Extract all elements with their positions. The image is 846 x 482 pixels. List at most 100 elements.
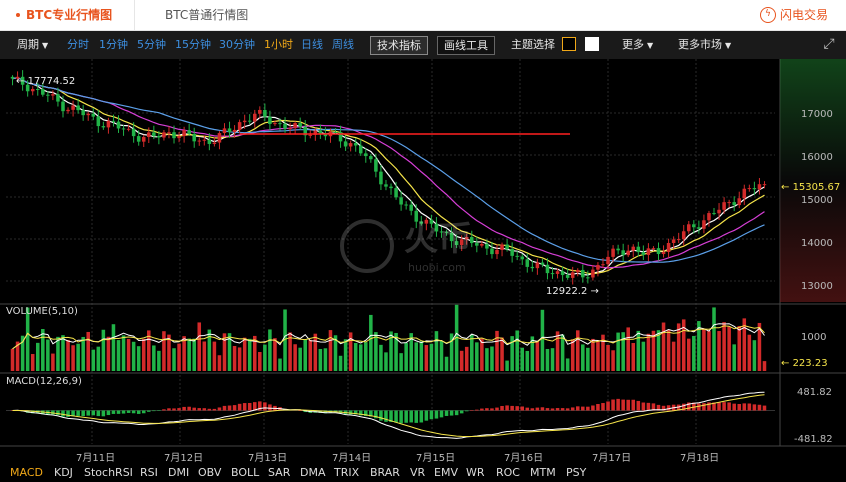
volume-bar xyxy=(419,341,424,371)
volume-bar xyxy=(439,341,444,371)
candle-body xyxy=(116,121,121,129)
volume-bar xyxy=(434,331,439,371)
volume-last-tag: ← 223.23 xyxy=(781,358,828,369)
volume-bar xyxy=(737,325,742,371)
ind-3[interactable]: RSI xyxy=(140,466,158,479)
ind-5[interactable]: OBV xyxy=(198,466,221,479)
candle-body xyxy=(258,109,262,114)
candle-body xyxy=(157,136,161,138)
candle-body xyxy=(242,120,247,123)
volume-bar xyxy=(596,340,600,371)
tf-5[interactable]: 1小时 xyxy=(264,31,293,59)
ind-12[interactable]: EMV xyxy=(434,466,458,479)
volume-bar xyxy=(641,341,646,371)
macd-bar xyxy=(429,410,434,420)
macd-bar xyxy=(525,407,530,411)
macd-bar xyxy=(379,410,383,421)
tf-2[interactable]: 5分钟 xyxy=(137,31,166,59)
ind-0[interactable]: MACD xyxy=(10,466,43,479)
ind-13[interactable]: WR xyxy=(466,466,485,479)
ind-4[interactable]: DMI xyxy=(168,466,189,479)
volume-bar xyxy=(106,336,111,371)
macd-bar xyxy=(141,410,146,414)
theme-dark-swatch[interactable] xyxy=(562,37,576,51)
candle-body xyxy=(591,269,595,278)
volume-bar xyxy=(318,348,323,371)
min-price-label: 12922.2 → xyxy=(546,286,599,297)
volume-bar xyxy=(323,348,328,371)
tf-4[interactable]: 30分钟 xyxy=(219,31,255,59)
ind-2[interactable]: StochRSI xyxy=(84,466,133,479)
candle-body xyxy=(247,120,252,122)
candle-body xyxy=(61,101,65,112)
ind-9[interactable]: TRIX xyxy=(334,466,359,479)
volume-bar xyxy=(278,358,282,371)
volume-bar xyxy=(263,344,267,371)
fullscreen-icon[interactable]: ⤢ xyxy=(820,35,838,53)
candle-body xyxy=(167,132,171,134)
more-dropdown[interactable]: 更多 ▼ xyxy=(622,31,653,59)
macd-bar xyxy=(495,407,499,411)
candle-body xyxy=(56,94,60,102)
ind-11[interactable]: VR xyxy=(410,466,425,479)
more-market-dropdown[interactable]: 更多市场 ▼ xyxy=(678,31,731,59)
volume-bar xyxy=(661,322,666,371)
ind-14[interactable]: ROC xyxy=(496,466,520,479)
volume-bar xyxy=(268,329,272,371)
candle-body xyxy=(762,184,767,186)
candle-body xyxy=(621,250,625,256)
candle-body xyxy=(91,113,96,117)
macd-bar xyxy=(419,410,424,423)
volume-bar xyxy=(293,344,297,371)
watermark-en: huobi.com xyxy=(408,261,466,274)
tf-3[interactable]: 15分钟 xyxy=(175,31,211,59)
candle-body xyxy=(288,128,292,130)
volume-bar xyxy=(505,360,509,371)
tf-1[interactable]: 1分钟 xyxy=(99,31,128,59)
ind-15[interactable]: MTM xyxy=(530,466,556,479)
macd-bar xyxy=(106,410,111,416)
candle-body xyxy=(525,259,530,267)
volume-bar xyxy=(490,346,494,371)
candle-body xyxy=(263,109,267,117)
tab-basic-chart[interactable]: BTC普通行情图 xyxy=(165,0,248,30)
candle-body xyxy=(409,204,413,211)
ind-8[interactable]: DMA xyxy=(300,466,326,479)
draw-tools-button[interactable]: 画线工具 xyxy=(437,36,495,55)
watermark-cn: 火币 xyxy=(404,219,472,259)
volume-bar xyxy=(76,343,80,371)
volume-bar xyxy=(35,342,40,371)
tf-0[interactable]: 分时 xyxy=(67,31,89,59)
ind-16[interactable]: PSY xyxy=(566,466,586,479)
macd-bar xyxy=(444,410,449,416)
ind-10[interactable]: BRAR xyxy=(370,466,400,479)
macd-bar xyxy=(81,410,85,417)
price-tick-3: 14000 xyxy=(801,238,833,249)
volume-bar xyxy=(692,335,696,371)
brand-link[interactable]: ϟ 闪电交易 xyxy=(759,0,828,30)
candle-body xyxy=(353,143,358,146)
macd-bar xyxy=(505,405,509,411)
macd-bar xyxy=(167,408,171,411)
tf-6[interactable]: 日线 xyxy=(301,31,323,59)
tech-indicators-button[interactable]: 技术指标 xyxy=(370,36,428,55)
theme-light-swatch[interactable] xyxy=(585,37,599,51)
macd-bar xyxy=(111,410,116,414)
volume-bar xyxy=(86,331,90,371)
candle-body xyxy=(343,141,348,147)
last-price-value: 15305.67 xyxy=(792,182,841,193)
volume-bar xyxy=(353,342,358,371)
tf-7[interactable]: 周线 xyxy=(332,31,354,59)
macd-bar xyxy=(409,410,413,423)
candle-body xyxy=(545,264,550,274)
ind-7[interactable]: SAR xyxy=(268,466,290,479)
ind-6[interactable]: BOLL xyxy=(231,466,259,479)
indicator-bar: MACD KDJ StochRSI RSI DMI OBV BOLL SAR D… xyxy=(0,464,846,482)
period-dropdown[interactable]: 周期 ▼ xyxy=(17,31,48,59)
volume-bar xyxy=(172,348,176,371)
macd-bar xyxy=(66,410,70,417)
tab-pro-chart[interactable]: BTC专业行情图 xyxy=(6,0,135,30)
candle-body xyxy=(389,186,393,189)
volume-bar xyxy=(379,344,383,371)
ind-1[interactable]: KDJ xyxy=(54,466,73,479)
